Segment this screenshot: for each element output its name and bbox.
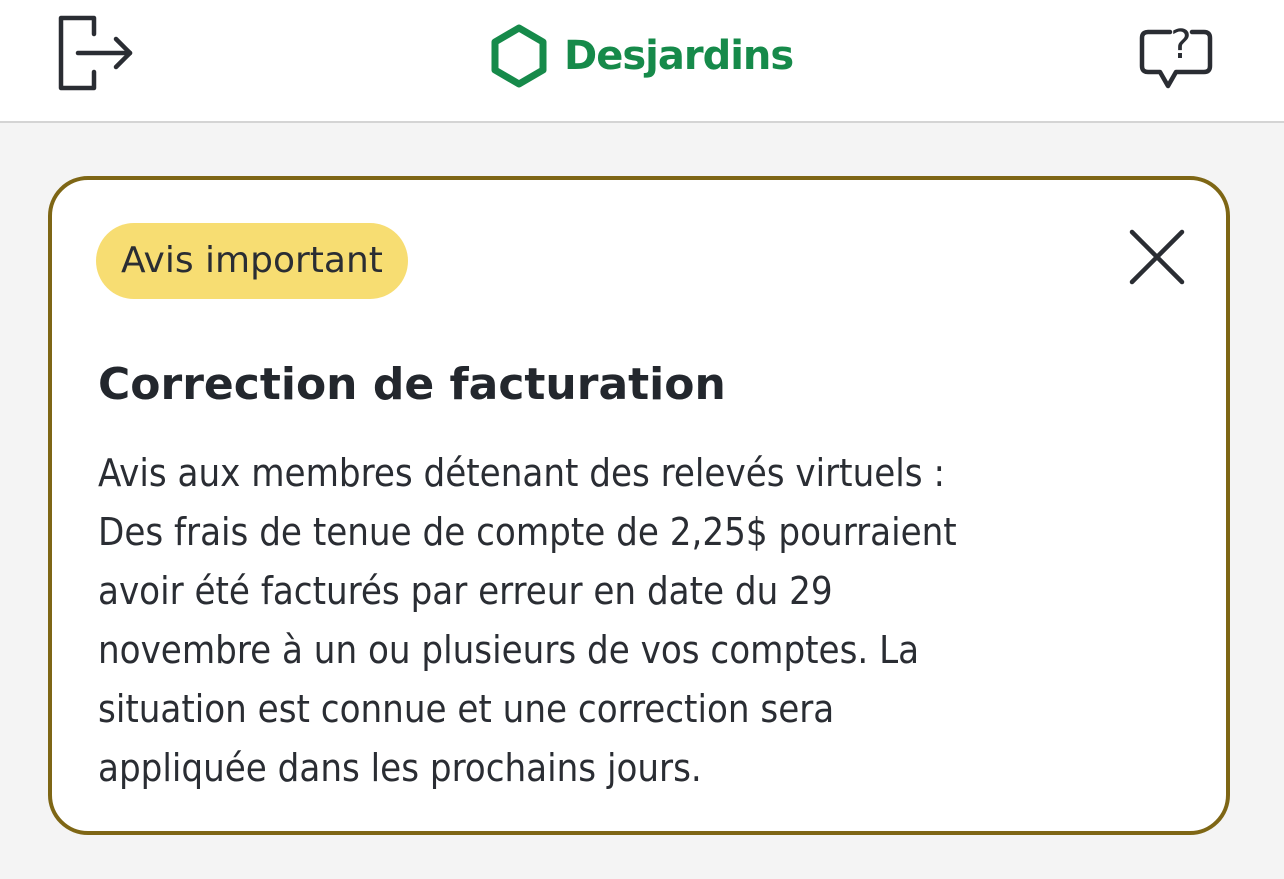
notice-message: Avis aux membres détenant des relevés vi… [98,444,957,798]
close-icon[interactable] [1124,224,1190,290]
notice-title: Correction de facturation [98,359,726,410]
notice-message-line: Avis aux membres détenant des relevés vi… [98,451,945,495]
brand-name: Desjardins [564,33,794,79]
notice-message-line: appliquée dans les prochains jours. [98,746,702,790]
help-chat-icon[interactable]: ? [1136,14,1216,94]
notice-message-line: novembre à un ou plusieurs de vos compte… [98,628,920,672]
notice-message-line: avoir été facturés par erreur en date du… [98,569,833,613]
notice-message-line: Des frais de tenue de compte de 2,25$ po… [98,510,957,554]
important-badge: Avis important [96,223,408,299]
logout-icon[interactable] [56,14,136,94]
notice-message-line: situation est connue et une correction s… [98,687,835,731]
svg-text:?: ? [1170,22,1191,68]
top-bar: Desjardins ? [0,0,1284,123]
important-notice-card: Avis important Correction de facturation… [48,176,1230,835]
hexagon-logo-icon [491,24,547,88]
brand-logo: Desjardins [488,24,794,88]
